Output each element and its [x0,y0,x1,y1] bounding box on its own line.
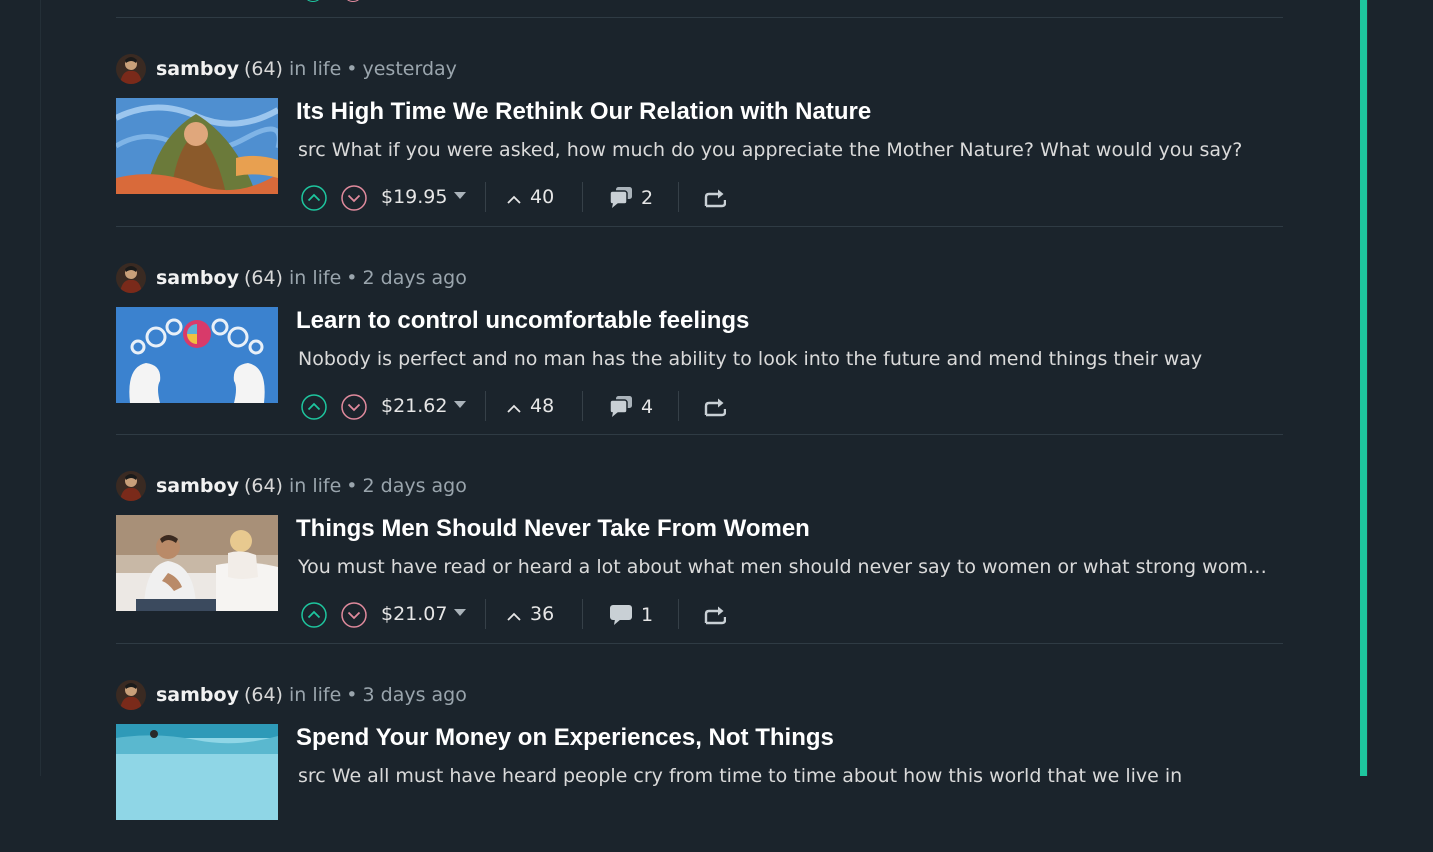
votes-count-button[interactable]: 36 [506,603,554,625]
downvote-icon[interactable] [341,394,367,420]
chevron-up-icon [506,611,522,621]
post-title[interactable]: Learn to control uncomfortable feelings [296,307,1276,335]
post-title[interactable]: Spend Your Money on Experiences, Not Thi… [296,724,1276,752]
divider [582,599,583,629]
post-timestamp[interactable]: 2 days ago [363,267,467,289]
upvote-icon[interactable] [303,0,323,2]
post-author-row: samboy (64) in life • 2 days ago [116,471,467,501]
comments-count: 1 [641,604,653,626]
sidebar-accent-bar [1360,0,1367,776]
post-thumbnail[interactable] [116,307,278,403]
post-excerpt[interactable]: src What if you were asked, how much do … [298,139,1276,161]
payout-value: $19.95 [381,186,447,208]
post-item: samboy (64) in life • 2 days ago Learn t… [116,227,1283,436]
post-title[interactable]: Things Men Should Never Take From Women [296,515,1276,543]
author-avatar[interactable] [116,680,146,710]
author-reputation: (64) [244,475,283,497]
meta-separator: • [346,267,357,289]
post-author-row: samboy (64) in life • yesterday [116,54,457,84]
post-category[interactable]: in life [289,475,341,497]
post-timestamp[interactable]: 2 days ago [363,475,467,497]
upvote-icon[interactable] [301,394,327,420]
downvote-icon[interactable] [341,602,367,628]
divider [678,599,679,629]
author-avatar[interactable] [116,471,146,501]
post-timestamp[interactable]: 3 days ago [363,684,467,706]
post-author-row: samboy (64) in life • 3 days ago [116,680,467,710]
author-name[interactable]: samboy [156,58,239,80]
caret-down-icon [454,401,466,408]
author-avatar[interactable] [116,263,146,293]
post-thumbnail[interactable] [116,724,278,820]
votes-count: 48 [530,395,554,417]
divider [678,182,679,212]
post-actions: $19.95 40 2 [301,180,1001,214]
post-actions: $21.07 36 1 [301,597,1001,631]
chevron-up-icon [506,403,522,413]
reblog-icon[interactable] [704,397,726,421]
page-frame-right-border [1367,0,1368,776]
comments-button[interactable]: 1 [609,603,653,626]
comments-button[interactable]: 4 [609,395,653,418]
comments-count: 4 [641,396,653,418]
post-item: samboy (64) in life • 2 days ago Things … [116,435,1283,644]
meta-separator: • [346,58,357,80]
payout-value: $21.62 [381,395,447,417]
meta-separator: • [346,684,357,706]
votes-count: 40 [530,186,554,208]
speech-bubbles-icon [609,186,633,208]
post-actions: $21.62 48 4 [301,389,1001,423]
votes-count: 36 [530,603,554,625]
author-reputation: (64) [244,684,283,706]
comments-button[interactable]: 2 [609,186,653,209]
payout-dropdown[interactable]: $21.62 [381,395,466,417]
divider [485,599,486,629]
post-excerpt[interactable]: You must have read or heard a lot about … [298,556,1276,578]
page-frame-left-border [40,0,41,776]
speech-bubbles-icon [609,395,633,417]
divider [485,391,486,421]
post-item: samboy (64) in life • 3 days ago Spend Y… [116,644,1283,852]
post-thumbnail[interactable] [116,98,278,194]
payout-value: $21.07 [381,603,447,625]
payout-dropdown[interactable]: $19.95 [381,186,466,208]
meta-separator: • [346,475,357,497]
downvote-icon[interactable] [341,185,367,211]
post-thumbnail[interactable] [116,515,278,611]
speech-bubble-icon [609,603,633,625]
post-category[interactable]: in life [289,58,341,80]
author-reputation: (64) [244,267,283,289]
author-name[interactable]: samboy [156,267,239,289]
comments-count: 2 [641,187,653,209]
reblog-icon[interactable] [704,188,726,212]
divider [678,391,679,421]
author-name[interactable]: samboy [156,684,239,706]
votes-count-button[interactable]: 40 [506,186,554,208]
author-name[interactable]: samboy [156,475,239,497]
author-reputation: (64) [244,58,283,80]
post-feed: samboy (64) in life • yesterday Its High… [116,0,1283,852]
post-category[interactable]: in life [289,684,341,706]
post-category[interactable]: in life [289,267,341,289]
post-excerpt[interactable]: Nobody is perfect and no man has the abi… [298,348,1276,370]
chevron-up-icon [506,194,522,204]
post-item: samboy (64) in life • yesterday Its High… [116,18,1283,227]
caret-down-icon [454,192,466,199]
post-title[interactable]: Its High Time We Rethink Our Relation wi… [296,98,1276,126]
divider [582,182,583,212]
caret-down-icon [454,609,466,616]
author-avatar[interactable] [116,54,146,84]
post-timestamp[interactable]: yesterday [363,58,457,80]
upvote-icon[interactable] [301,602,327,628]
payout-dropdown[interactable]: $21.07 [381,603,466,625]
reblog-icon[interactable] [704,605,726,629]
divider [582,391,583,421]
downvote-icon[interactable] [343,0,363,2]
upvote-icon[interactable] [301,185,327,211]
post-item-partial [116,0,1283,18]
votes-count-button[interactable]: 48 [506,395,554,417]
divider [485,182,486,212]
post-author-row: samboy (64) in life • 2 days ago [116,263,467,293]
